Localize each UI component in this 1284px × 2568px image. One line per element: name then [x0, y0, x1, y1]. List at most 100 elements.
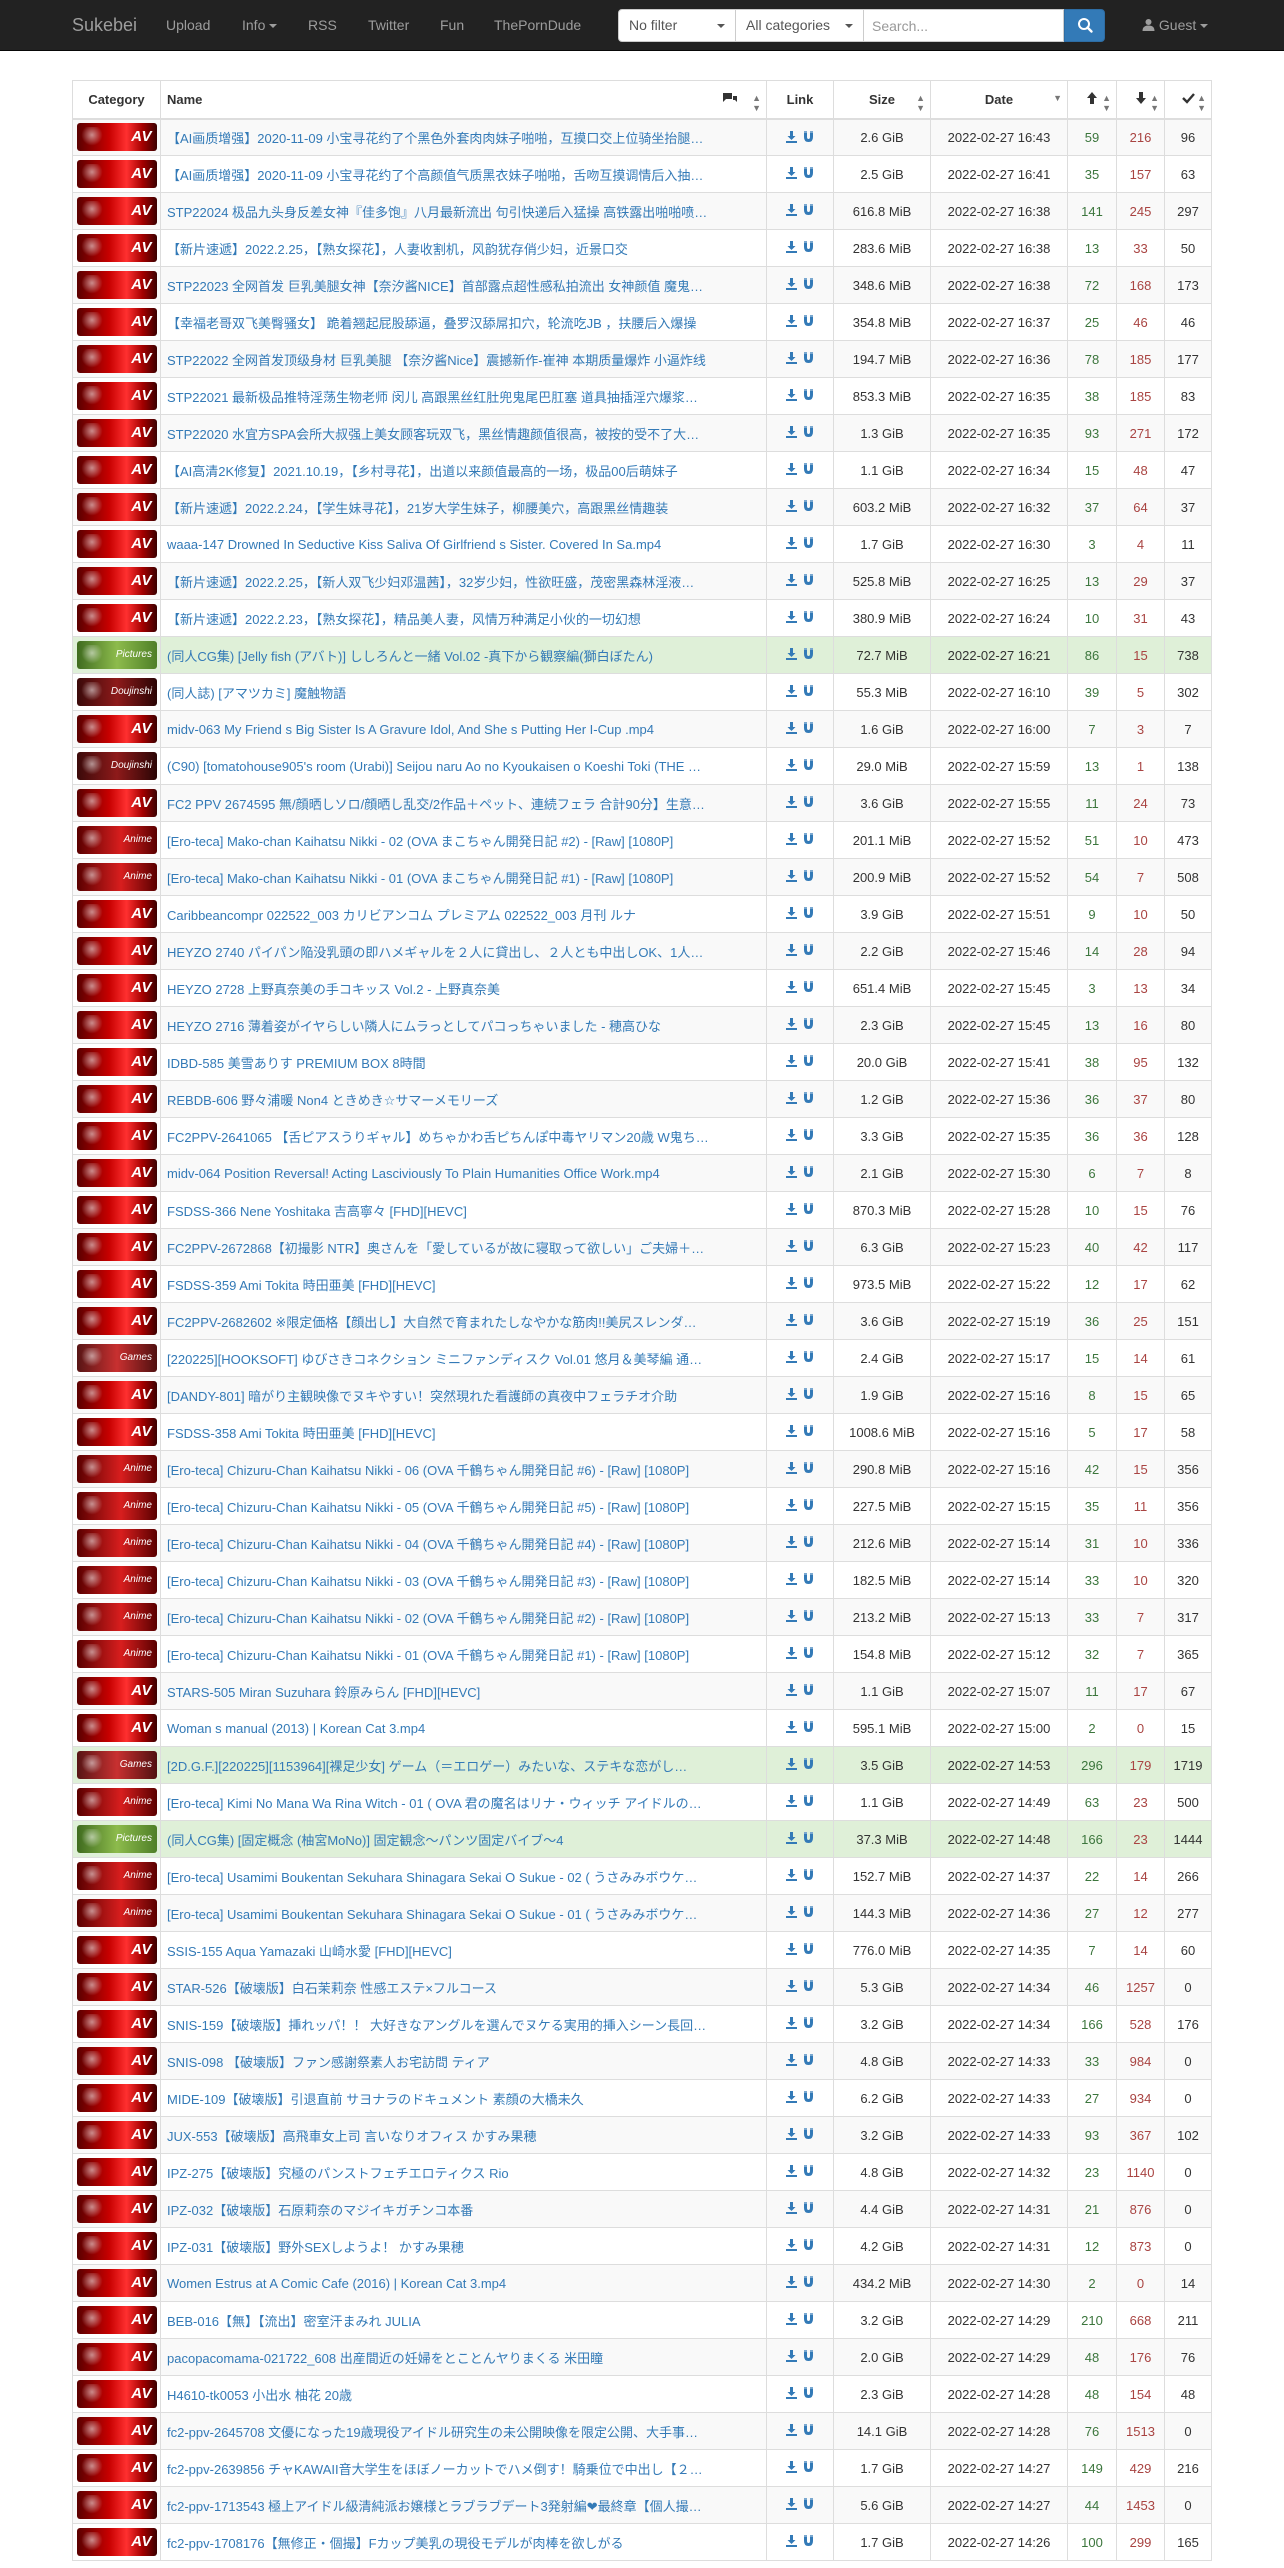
download-icon[interactable] — [785, 2386, 798, 2402]
category-badge[interactable]: Anime — [77, 1640, 157, 1668]
download-icon[interactable] — [785, 1572, 798, 1588]
torrent-name-link[interactable]: IPZ-031【破壊版】野外SEXしようよ！ かすみ果穂 — [167, 2237, 760, 2256]
torrent-name-link[interactable]: 【幸福老哥双飞美臀骚女】 跪着翘起屁股舔逼，叠罗汉舔屌扣穴，轮流吃JB ，扶腰后… — [167, 313, 760, 332]
category-badge[interactable]: Doujinshi — [77, 678, 157, 706]
download-icon[interactable] — [785, 832, 798, 848]
category-badge[interactable]: AV — [77, 2158, 157, 2186]
download-icon[interactable] — [785, 1942, 798, 1958]
torrent-name-link[interactable]: STAR-526【破壊版】白石茉莉奈 性感エステ×フルコース — [167, 1978, 760, 1997]
magnet-icon[interactable] — [802, 2053, 815, 2069]
torrent-name-link[interactable]: [Ero-teca] Mako-chan Kaihatsu Nikki - 02… — [167, 831, 760, 850]
torrent-name-link[interactable]: 【新片速遞】2022.2.23，【熟女探花】，精品美人妻，风情万种满足小伙的一切… — [167, 609, 760, 628]
torrent-name-link[interactable]: fc2-ppv-2639856 チャKAWAII音大学生をほぼノーカットでハメ倒… — [167, 2459, 760, 2478]
magnet-icon[interactable] — [802, 1683, 815, 1699]
magnet-icon[interactable] — [802, 1017, 815, 1033]
download-icon[interactable] — [785, 1424, 798, 1440]
torrent-name-link[interactable]: HEYZO 2728 上野真奈美の手コキッス Vol.2 - 上野真奈美 — [167, 979, 760, 998]
torrent-name-link[interactable]: [Ero-teca] Usamimi Boukentan Sekuhara Sh… — [167, 1904, 760, 1923]
torrent-name-link[interactable]: [2D.G.F.][220225][1153964][裸足少女] ゲーム（＝エロ… — [167, 1756, 760, 1775]
magnet-icon[interactable] — [802, 1054, 815, 1070]
category-select[interactable]: All categories — [736, 9, 864, 42]
magnet-icon[interactable] — [802, 425, 815, 441]
category-badge[interactable]: AV — [77, 2084, 157, 2112]
magnet-icon[interactable] — [802, 1461, 815, 1477]
torrent-name-link[interactable]: [Ero-teca] Chizuru-Chan Kaihatsu Nikki -… — [167, 1645, 760, 1664]
download-icon[interactable] — [785, 1128, 798, 1144]
category-badge[interactable]: AV — [77, 2010, 157, 2038]
magnet-icon[interactable] — [802, 684, 815, 700]
torrent-name-link[interactable]: FC2PPV-2672868【初撮影 NTR】奥さんを「愛しているが故に寝取って… — [167, 1238, 760, 1257]
download-icon[interactable] — [785, 462, 798, 478]
category-badge[interactable]: AV — [77, 345, 157, 373]
download-icon[interactable] — [785, 906, 798, 922]
category-badge[interactable]: AV — [77, 604, 157, 632]
download-icon[interactable] — [785, 2423, 798, 2439]
torrent-name-link[interactable]: H4610-tk0053 小出水 柚花 20歳 — [167, 2385, 760, 2404]
magnet-icon[interactable] — [802, 1091, 815, 1107]
download-icon[interactable] — [785, 1387, 798, 1403]
torrent-name-link[interactable]: [Ero-teca] Mako-chan Kaihatsu Nikki - 01… — [167, 868, 760, 887]
category-badge[interactable]: AV — [77, 382, 157, 410]
category-badge[interactable]: Anime — [77, 1492, 157, 1520]
magnet-icon[interactable] — [802, 2460, 815, 2476]
category-badge[interactable]: AV — [77, 2269, 157, 2297]
category-badge[interactable]: AV — [77, 1677, 157, 1705]
torrent-name-link[interactable]: 【新片速遞】2022.2.25，【熟女探花】，人妻收割机，风韵犹存俏少妇，近景口… — [167, 239, 760, 258]
category-badge[interactable]: AV — [77, 1973, 157, 2001]
category-badge[interactable]: AV — [77, 1381, 157, 1409]
download-icon[interactable] — [785, 1905, 798, 1921]
download-icon[interactable] — [785, 1498, 798, 1514]
torrent-name-link[interactable]: BEB-016【無】【流出】密室汗まみれ JULIA — [167, 2311, 760, 2330]
torrent-name-link[interactable]: [Ero-teca] Chizuru-Chan Kaihatsu Nikki -… — [167, 1534, 760, 1553]
sort-icon[interactable]: ▲ ▼ — [1197, 93, 1206, 113]
download-icon[interactable] — [785, 2053, 798, 2069]
magnet-icon[interactable] — [802, 1276, 815, 1292]
category-badge[interactable]: AV — [77, 2121, 157, 2149]
download-icon[interactable] — [785, 1646, 798, 1662]
header-leechers[interactable]: ▲ ▼ — [1116, 80, 1165, 120]
category-badge[interactable]: AV — [77, 308, 157, 336]
search-input[interactable] — [864, 9, 1064, 42]
magnet-icon[interactable] — [802, 462, 815, 478]
download-icon[interactable] — [785, 869, 798, 885]
download-icon[interactable] — [785, 2349, 798, 2365]
category-badge[interactable]: AV — [77, 1159, 157, 1187]
download-icon[interactable] — [785, 536, 798, 552]
filter-select[interactable]: No filter — [618, 9, 736, 42]
torrent-name-link[interactable]: fc2-ppv-1708176【無修正・個撮】Fカップ美乳の現役モデルが肉棒を欲… — [167, 2533, 760, 2552]
torrent-name-link[interactable]: [Ero-teca] Chizuru-Chan Kaihatsu Nikki -… — [167, 1608, 760, 1627]
magnet-icon[interactable] — [802, 795, 815, 811]
download-icon[interactable] — [785, 166, 798, 182]
download-icon[interactable] — [785, 2090, 798, 2106]
magnet-icon[interactable] — [802, 1239, 815, 1255]
torrent-name-link[interactable]: STP22023 全网首发 巨乳美腿女神【奈汐酱NICE】首部露点超性感私拍流出… — [167, 276, 760, 295]
torrent-name-link[interactable]: (C90) [tomatohouse905's room (Urabi)] Se… — [167, 759, 760, 774]
sort-icon[interactable]: ▲ ▼ — [1102, 93, 1111, 113]
category-badge[interactable]: AV — [77, 419, 157, 447]
torrent-name-link[interactable]: fc2-ppv-1713543 極上アイドル級清純派お嬢様とラブラブデート3発射… — [167, 2496, 760, 2515]
category-badge[interactable]: AV — [77, 715, 157, 743]
magnet-icon[interactable] — [802, 1942, 815, 1958]
torrent-name-link[interactable]: SNIS-159【破壊版】挿れッパ！！ 大好きなアングルを選んでヌケる実用的挿入… — [167, 2015, 760, 2034]
category-badge[interactable]: AV — [77, 456, 157, 484]
header-seeders[interactable]: ▲ ▼ — [1067, 80, 1117, 120]
magnet-icon[interactable] — [802, 388, 815, 404]
sort-icon[interactable]: ▲ ▼ — [752, 93, 761, 113]
category-badge[interactable]: Anime — [77, 1529, 157, 1557]
magnet-icon[interactable] — [802, 2312, 815, 2328]
download-icon[interactable] — [785, 425, 798, 441]
category-badge[interactable]: AV — [77, 271, 157, 299]
torrent-name-link[interactable]: STP22022 全网首发顶级身材 巨乳美腿 【奈汐酱Nice】震撼新作-崔神 … — [167, 350, 760, 369]
download-icon[interactable] — [785, 1276, 798, 1292]
category-badge[interactable]: Anime — [77, 1455, 157, 1483]
magnet-icon[interactable] — [802, 1720, 815, 1736]
magnet-icon[interactable] — [802, 2386, 815, 2402]
download-icon[interactable] — [785, 2312, 798, 2328]
category-badge[interactable]: Anime — [77, 1603, 157, 1631]
torrent-name-link[interactable]: Women Estrus at A Comic Cafe (2016) | Ko… — [167, 2276, 760, 2291]
torrent-name-link[interactable]: [Ero-teca] Chizuru-Chan Kaihatsu Nikki -… — [167, 1460, 760, 1479]
nav-upload[interactable]: Upload — [166, 0, 210, 51]
category-badge[interactable]: AV — [77, 2417, 157, 2445]
category-badge[interactable]: Anime — [77, 1899, 157, 1927]
magnet-icon[interactable] — [802, 1831, 815, 1847]
